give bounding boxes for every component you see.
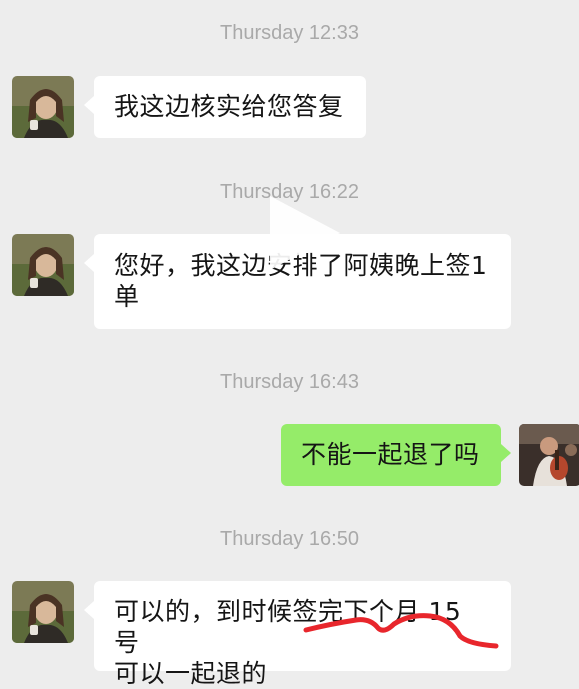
message-bubble-outgoing[interactable]: 不能一起退了吗 — [281, 424, 511, 486]
red-underline-annotation — [303, 613, 499, 649]
avatar-contact[interactable] — [12, 76, 74, 138]
bubble-tail — [84, 254, 94, 272]
play-icon[interactable] — [260, 190, 346, 276]
bubble-tail — [84, 96, 94, 114]
avatar-contact[interactable] — [12, 581, 74, 643]
message-bubble-incoming[interactable]: 我这边核实给您答复 — [84, 76, 366, 138]
timestamp: Thursday 16:50 — [220, 528, 359, 550]
message-text: 不能一起退了吗 — [301, 440, 480, 469]
message-text-line: 可以一起退的 — [114, 659, 268, 688]
message-text-line: 单 — [114, 282, 140, 311]
timestamp: Thursday 12:33 — [220, 22, 359, 44]
avatar-self[interactable] — [519, 424, 579, 486]
avatar-contact[interactable] — [12, 234, 74, 296]
bubble-tail — [501, 444, 511, 462]
timestamp: Thursday 16:43 — [220, 371, 359, 393]
message-text: 我这边核实给您答复 — [114, 92, 344, 121]
bubble-tail — [84, 601, 94, 619]
